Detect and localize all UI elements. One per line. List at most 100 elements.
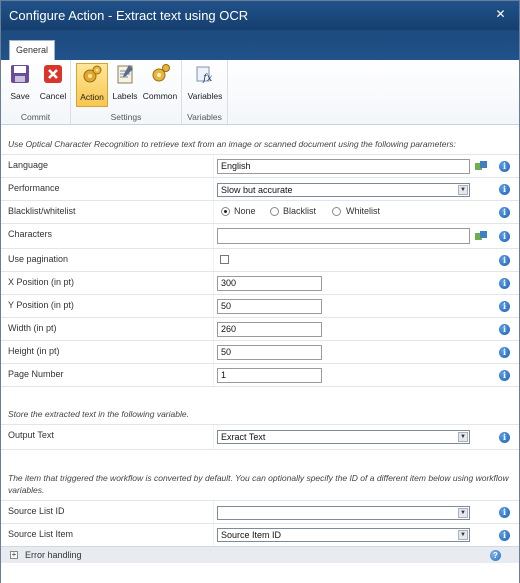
- info-icon[interactable]: i: [499, 507, 510, 518]
- output-text-value: Exract Text: [221, 432, 266, 442]
- group-label-settings: Settings: [110, 112, 142, 122]
- chevron-down-icon: ▼: [458, 508, 468, 518]
- performance-label: Performance: [8, 183, 60, 193]
- source-list-item-select[interactable]: Source Item ID ▼: [217, 528, 470, 542]
- source-list-item-row: Source List Item Source Item ID ▼ i: [1, 523, 519, 546]
- info-icon[interactable]: i: [499, 301, 510, 312]
- performance-select[interactable]: Slow but accurate ▼: [217, 183, 470, 197]
- info-icon[interactable]: i: [499, 161, 510, 172]
- action-button[interactable]: Action: [76, 63, 108, 107]
- source-list-id-row: Source List ID ▼ i: [1, 500, 519, 523]
- common-label: Common: [142, 91, 178, 101]
- info-icon[interactable]: i: [499, 530, 510, 541]
- row-divider: [213, 224, 214, 248]
- output-text-select[interactable]: Exract Text ▼: [217, 430, 470, 444]
- characters-label: Characters: [8, 229, 53, 239]
- source-list-id-select[interactable]: ▼: [217, 506, 470, 520]
- action-form: Use Optical Character Recognition to ret…: [1, 126, 519, 583]
- radio-whitelist-label: Whitelist: [346, 206, 381, 216]
- info-icon[interactable]: i: [499, 231, 510, 242]
- help-icon[interactable]: ?: [490, 550, 501, 561]
- y-position-label: Y Position (in pt): [8, 300, 74, 310]
- error-handling-label: Error handling: [25, 550, 82, 560]
- labels-button[interactable]: Labels: [111, 63, 139, 107]
- radio-none[interactable]: [221, 207, 230, 216]
- action-gears-icon: [83, 65, 102, 83]
- ribbon-tab-strip: General: [1, 30, 519, 60]
- labels-notepad-icon: [117, 65, 133, 84]
- title-bar: Configure Action - Extract text using OC…: [1, 1, 519, 30]
- x-position-label: X Position (in pt): [8, 277, 75, 287]
- radio-whitelist[interactable]: [332, 207, 341, 216]
- info-icon[interactable]: i: [499, 432, 510, 443]
- lookup-picker-icon[interactable]: [475, 231, 487, 242]
- cancel-icon: [44, 65, 62, 83]
- close-icon[interactable]: ✕: [494, 8, 507, 21]
- info-icon[interactable]: i: [499, 207, 510, 218]
- chevron-down-icon: ▼: [458, 185, 468, 195]
- source-list-id-label: Source List ID: [8, 506, 65, 516]
- chevron-down-icon: ▼: [458, 432, 468, 442]
- section-divider: [1, 449, 519, 450]
- info-icon[interactable]: i: [499, 278, 510, 289]
- error-handling-bar[interactable]: + Error handling ?: [1, 546, 519, 563]
- source-list-item-label: Source List Item: [8, 529, 74, 539]
- row-divider: [213, 249, 214, 271]
- group-label-variables: Variables: [187, 112, 222, 122]
- variables-button[interactable]: fx Variables: [185, 63, 225, 107]
- svg-text:fx: fx: [202, 73, 213, 84]
- x-position-row: X Position (in pt) 300 i: [1, 271, 519, 294]
- ribbon-group-commit: Save Cancel Commit: [1, 60, 71, 124]
- radio-none-label: None: [234, 206, 256, 216]
- row-divider: [213, 425, 214, 449]
- common-button[interactable]: Common: [142, 63, 178, 107]
- pagination-label: Use pagination: [8, 254, 69, 264]
- blacklist-row: Blacklist/whitelist None Blacklist White…: [1, 200, 519, 223]
- info-icon[interactable]: i: [499, 324, 510, 335]
- configure-action-dialog: Configure Action - Extract text using OC…: [0, 0, 520, 583]
- info-icon[interactable]: i: [499, 370, 510, 381]
- width-label: Width (in pt): [8, 323, 57, 333]
- output-text-label: Output Text: [8, 430, 54, 440]
- language-input[interactable]: English: [217, 159, 470, 174]
- radio-blacklist[interactable]: [270, 207, 279, 216]
- pagination-row: Use pagination i: [1, 248, 519, 271]
- y-position-row: Y Position (in pt) 50 i: [1, 294, 519, 317]
- info-icon[interactable]: i: [499, 255, 510, 266]
- output-text-row: Output Text Exract Text ▼ i: [1, 424, 519, 449]
- language-label: Language: [8, 160, 49, 170]
- page-number-row: Page Number 1 i: [1, 363, 519, 386]
- ribbon: Save Cancel Commit Action Labels Common …: [1, 60, 519, 125]
- row-divider: [213, 364, 214, 386]
- height-input[interactable]: 50: [217, 345, 322, 360]
- action-label: Action: [80, 92, 104, 102]
- row-divider: [213, 295, 214, 317]
- characters-input[interactable]: [217, 228, 470, 244]
- expand-icon[interactable]: +: [10, 551, 18, 559]
- save-button[interactable]: Save: [6, 63, 34, 107]
- row-divider: [213, 272, 214, 294]
- language-row: Language English i: [1, 154, 519, 177]
- page-number-label: Page Number: [8, 369, 64, 379]
- width-input[interactable]: 260: [217, 322, 322, 337]
- width-row: Width (in pt) 260 i: [1, 317, 519, 340]
- lookup-picker-icon[interactable]: [475, 161, 487, 172]
- variables-fx-icon: fx: [196, 66, 213, 84]
- save-label: Save: [10, 91, 30, 101]
- cancel-button[interactable]: Cancel: [38, 63, 68, 107]
- pagination-checkbox[interactable]: [220, 255, 229, 264]
- row-divider: [213, 341, 214, 363]
- section-divider: [1, 386, 519, 387]
- x-position-input[interactable]: 300: [217, 276, 322, 291]
- item-intro-text: The item that triggered the workflow is …: [8, 473, 509, 495]
- y-position-input[interactable]: 50: [217, 299, 322, 314]
- radio-blacklist-label: Blacklist: [283, 206, 317, 216]
- info-icon[interactable]: i: [499, 184, 510, 195]
- page-number-input[interactable]: 1: [217, 368, 322, 383]
- row-divider: [213, 201, 214, 223]
- height-row: Height (in pt) 50 i: [1, 340, 519, 363]
- tab-general[interactable]: General: [9, 40, 55, 60]
- chevron-down-icon: ▼: [458, 530, 468, 540]
- info-icon[interactable]: i: [499, 347, 510, 358]
- save-icon: [11, 65, 29, 83]
